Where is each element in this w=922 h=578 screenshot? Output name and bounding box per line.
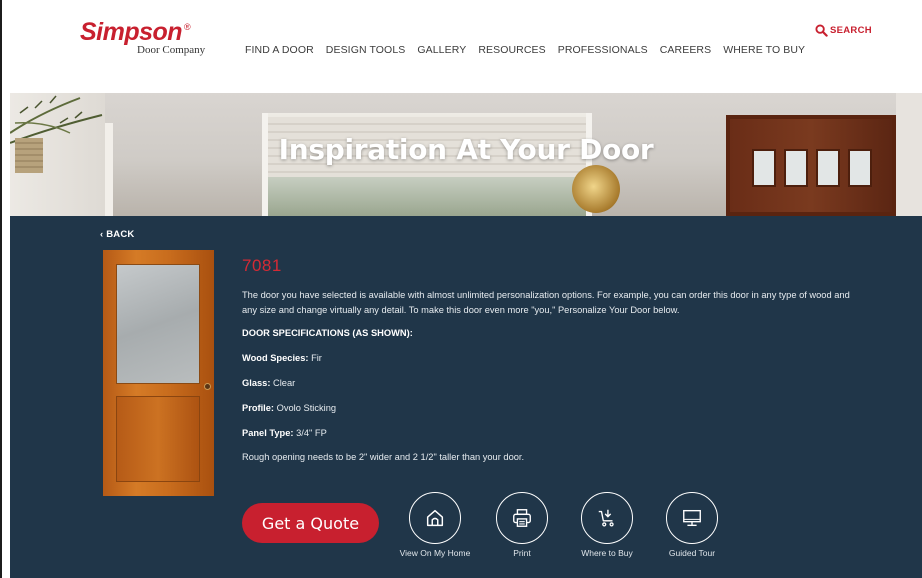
rough-opening-note: Rough opening needs to be 2" wider and 2… bbox=[242, 452, 525, 462]
view-on-my-home-button[interactable]: View On My Home bbox=[395, 492, 475, 558]
product-description: The door you have selected is available … bbox=[242, 290, 850, 315]
nav-where-to-buy[interactable]: WHERE TO BUY bbox=[723, 44, 805, 56]
product-detail-panel: ‹ BACK 7081 The door you have selected i… bbox=[10, 216, 922, 578]
search-button[interactable]: SEARCH bbox=[815, 24, 872, 37]
spec-label: Wood Species: bbox=[242, 353, 309, 363]
cart-icon bbox=[598, 509, 614, 527]
main-nav: FIND A DOOR DESIGN TOOLS GALLERY RESOURC… bbox=[245, 44, 817, 56]
nav-resources[interactable]: RESOURCES bbox=[478, 44, 545, 56]
hero-lamp bbox=[572, 165, 620, 213]
hero-title: Inspiration At Your Door bbox=[278, 133, 654, 166]
spec-value: 3/4" FP bbox=[296, 428, 327, 438]
spec-value: Ovolo Sticking bbox=[276, 403, 337, 413]
spec-profile: Profile: Ovolo Sticking bbox=[242, 403, 336, 413]
nav-find-a-door[interactable]: FIND A DOOR bbox=[245, 44, 314, 56]
spec-label: Profile: bbox=[242, 403, 275, 413]
monitor-icon bbox=[683, 509, 701, 527]
action-circle bbox=[409, 492, 461, 544]
printer-icon bbox=[513, 509, 531, 527]
action-label: View On My Home bbox=[399, 548, 471, 558]
spec-panel-type: Panel Type: 3/4" FP bbox=[242, 428, 327, 438]
nav-professionals[interactable]: PROFESSIONALS bbox=[558, 44, 648, 56]
get-a-quote-button[interactable]: Get a Quote bbox=[242, 503, 379, 543]
action-label: Print bbox=[513, 548, 531, 558]
spec-label: Panel Type: bbox=[242, 428, 294, 438]
guided-tour-button[interactable]: Guided Tour bbox=[652, 492, 732, 558]
site-header: Simpson ® Door Company FIND A DOOR DESIG… bbox=[2, 0, 922, 93]
simpson-logo[interactable]: Simpson ® Door Company bbox=[80, 18, 230, 58]
house-icon bbox=[426, 509, 444, 527]
action-label: Where to Buy bbox=[581, 548, 633, 558]
action-circle bbox=[496, 492, 548, 544]
logo-brand: Simpson bbox=[80, 18, 183, 46]
action-label: Guided Tour bbox=[668, 548, 716, 558]
nav-careers[interactable]: CAREERS bbox=[660, 44, 711, 56]
hero-banner: Inspiration At Your Door bbox=[10, 93, 922, 216]
door-panel bbox=[116, 396, 200, 482]
spec-label: Glass: bbox=[242, 378, 271, 388]
where-to-buy-button[interactable]: Where to Buy bbox=[567, 492, 647, 558]
spec-value: Fir bbox=[311, 353, 322, 363]
back-link[interactable]: ‹ BACK bbox=[100, 229, 134, 240]
door-knob bbox=[204, 383, 211, 390]
nav-design-tools[interactable]: DESIGN TOOLS bbox=[326, 44, 406, 56]
action-circle bbox=[581, 492, 633, 544]
model-number: 7081 bbox=[242, 256, 282, 275]
spec-value: Clear bbox=[273, 378, 296, 388]
nav-gallery[interactable]: GALLERY bbox=[417, 44, 466, 56]
action-circle bbox=[666, 492, 718, 544]
door-image bbox=[103, 250, 214, 496]
print-button[interactable]: Print bbox=[482, 492, 562, 558]
logo-registered-mark: ® bbox=[184, 22, 191, 32]
search-label: SEARCH bbox=[830, 25, 872, 36]
search-icon bbox=[815, 24, 828, 37]
spec-glass: Glass: Clear bbox=[242, 378, 295, 388]
spec-heading: DOOR SPECIFICATIONS (AS SHOWN): bbox=[242, 328, 413, 338]
door-glass bbox=[116, 264, 200, 384]
spec-wood-species: Wood Species: Fir bbox=[242, 353, 322, 363]
logo-subtitle: Door Company bbox=[137, 44, 206, 56]
